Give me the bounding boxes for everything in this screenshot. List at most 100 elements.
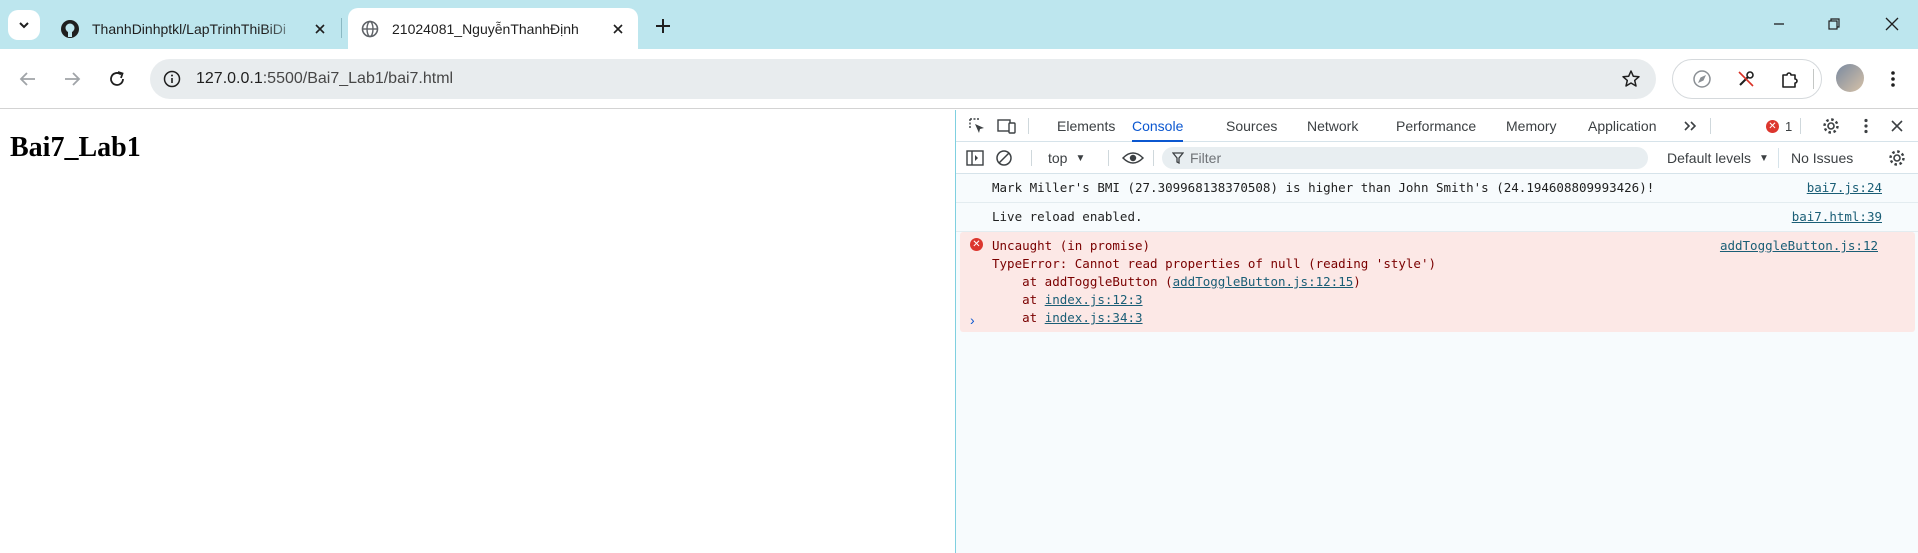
tab-elements[interactable]: Elements (1057, 110, 1115, 142)
toolbar-separator (1153, 150, 1154, 166)
tab-title: 21024081_NguyễnThanhĐịnh (392, 20, 579, 37)
reload-button[interactable] (103, 65, 131, 93)
tab-strip: ThanhDinhptkl/LapTrinhThiBiDi 21024081_N… (0, 0, 1918, 49)
live-expression-eye-icon[interactable] (1122, 147, 1144, 169)
tab-search-button[interactable] (8, 10, 40, 40)
filter-input[interactable] (1190, 150, 1630, 166)
caret-down-icon: ▼ (1759, 152, 1769, 164)
console-filter-bar: top ▼ Default levels ▼ No Issues (956, 142, 1918, 174)
window-close-button[interactable] (1870, 10, 1914, 38)
inspect-element-icon[interactable] (966, 115, 988, 137)
context-value: top (1048, 150, 1068, 166)
url-host: 127.0.0.1 (196, 70, 263, 87)
toolbar-separator (1800, 118, 1801, 134)
clear-console-icon[interactable] (993, 147, 1015, 169)
console-filter (1162, 147, 1648, 169)
stack-link[interactable]: index.js:12:3 (1045, 292, 1143, 307)
context-select[interactable]: top ▼ (1048, 150, 1085, 166)
tab-github[interactable]: ThanhDinhptkl/LapTrinhThiBiDi (48, 8, 340, 49)
restore-icon (1828, 18, 1840, 30)
globe-icon (360, 19, 380, 39)
console-message: Live reload enabled. bai7.html:39 (956, 203, 1918, 232)
log-levels-value: Default levels (1667, 150, 1752, 166)
tab-separator (341, 18, 342, 38)
toolbar-divider (1813, 69, 1814, 89)
restore-button[interactable] (1812, 10, 1856, 38)
tools-extension-icon[interactable] (1735, 68, 1757, 90)
console-prompt-chevron-icon[interactable]: › (970, 312, 975, 328)
console-settings-gear-icon[interactable] (1886, 147, 1908, 169)
tab-application[interactable]: Application (1588, 110, 1657, 142)
tab-performance[interactable]: Performance (1396, 110, 1476, 142)
url-text[interactable]: 127.0.0.1:5500/Bai7_Lab1/bai7.html (196, 69, 453, 89)
error-icon: ✕ (970, 238, 983, 251)
back-button[interactable] (14, 65, 42, 93)
extensions-group (1672, 59, 1822, 99)
stack-frame: at addToggleButton (addToggleButton.js:1… (992, 273, 1885, 291)
close-devtools-icon[interactable] (1886, 115, 1908, 137)
site-info-icon[interactable] (162, 69, 182, 89)
error-count: 1 (1785, 118, 1793, 134)
github-icon (60, 19, 80, 39)
toolbar-separator (1031, 150, 1032, 166)
tab-title: ThanhDinhptkl/LapTrinhThiBiDi (92, 20, 287, 37)
devtools-tab-bar: Elements Console Sources Network Perform… (956, 110, 1918, 142)
tab-console[interactable]: Console (1132, 110, 1184, 142)
stack-link[interactable]: addToggleButton.js:12:15 (1173, 274, 1354, 289)
toolbar-separator (1108, 150, 1109, 166)
tab-network[interactable]: Network (1307, 110, 1358, 142)
kebab-menu-icon (1891, 71, 1895, 87)
error-count-badge[interactable]: ✕ 1 (1766, 118, 1792, 134)
arrow-right-icon (65, 72, 81, 86)
filter-funnel-icon (1172, 152, 1184, 164)
more-tabs-chevron-icon[interactable] (1680, 115, 1702, 137)
bookmark-star-icon[interactable] (1620, 68, 1642, 90)
sidebar-toggle-icon[interactable] (964, 147, 986, 169)
close-icon[interactable] (606, 17, 630, 41)
stack-frame: at index.js:34:3 (992, 309, 1885, 327)
stack-frame: at index.js:12:3 (992, 291, 1885, 309)
message-text: Mark Miller's BMI (27.309968138370508) i… (992, 180, 1655, 195)
tab-memory[interactable]: Memory (1506, 110, 1557, 142)
message-text: Live reload enabled. (992, 209, 1143, 224)
stack-prefix: at (992, 292, 1045, 307)
stack-link[interactable]: index.js:34:3 (1045, 310, 1143, 325)
devtools-panel: Elements Console Sources Network Perform… (955, 110, 1918, 553)
new-tab-button[interactable] (650, 13, 676, 39)
console-message: Mark Miller's BMI (27.309968138370508) i… (956, 174, 1918, 203)
devtools-menu-icon[interactable] (1855, 115, 1877, 137)
error-message: TypeError: Cannot read properties of nul… (992, 256, 1437, 271)
message-source-link[interactable]: bai7.html:39 (1792, 208, 1882, 226)
message-source-link[interactable]: bai7.js:24 (1807, 179, 1882, 197)
toolbar-separator (1710, 118, 1711, 134)
stack-prefix: at (992, 310, 1045, 325)
error-source-link[interactable]: addToggleButton.js:12 (1720, 237, 1878, 255)
chevron-down-icon (19, 22, 29, 29)
settings-gear-icon[interactable] (1820, 115, 1842, 137)
error-icon: ✕ (1766, 119, 1779, 133)
minimize-button[interactable] (1757, 10, 1801, 38)
reload-icon (110, 71, 124, 86)
browser-toolbar: 127.0.0.1:5500/Bai7_Lab1/bai7.html (0, 49, 1918, 109)
browser-menu-button[interactable] (1881, 65, 1905, 93)
log-levels-dropdown[interactable]: Default levels ▼ (1667, 150, 1769, 166)
page-viewport: Bai7_Lab1 (0, 110, 955, 553)
issues-button[interactable]: No Issues (1778, 148, 1853, 168)
tab-sources[interactable]: Sources (1226, 110, 1277, 142)
forward-button[interactable] (58, 65, 86, 93)
caret-down-icon: ▼ (1075, 152, 1086, 164)
tab-current-page[interactable]: 21024081_NguyễnThanhĐịnh (348, 8, 638, 49)
plus-icon (656, 19, 670, 33)
address-bar[interactable]: 127.0.0.1:5500/Bai7_Lab1/bai7.html (150, 59, 1656, 99)
profile-avatar[interactable] (1836, 64, 1864, 92)
close-icon[interactable] (308, 17, 332, 41)
device-toolbar-icon[interactable] (996, 115, 1018, 137)
puzzle-extensions-icon[interactable] (1779, 68, 1801, 90)
stack-prefix: at addToggleButton ( (992, 274, 1173, 289)
arrow-left-icon (19, 72, 35, 86)
close-icon (1885, 17, 1899, 31)
minimize-icon (1774, 23, 1784, 25)
url-path: :5500/Bai7_Lab1/bai7.html (262, 70, 454, 87)
toolbar-separator (1028, 118, 1029, 134)
compass-extension-icon[interactable] (1691, 68, 1713, 90)
